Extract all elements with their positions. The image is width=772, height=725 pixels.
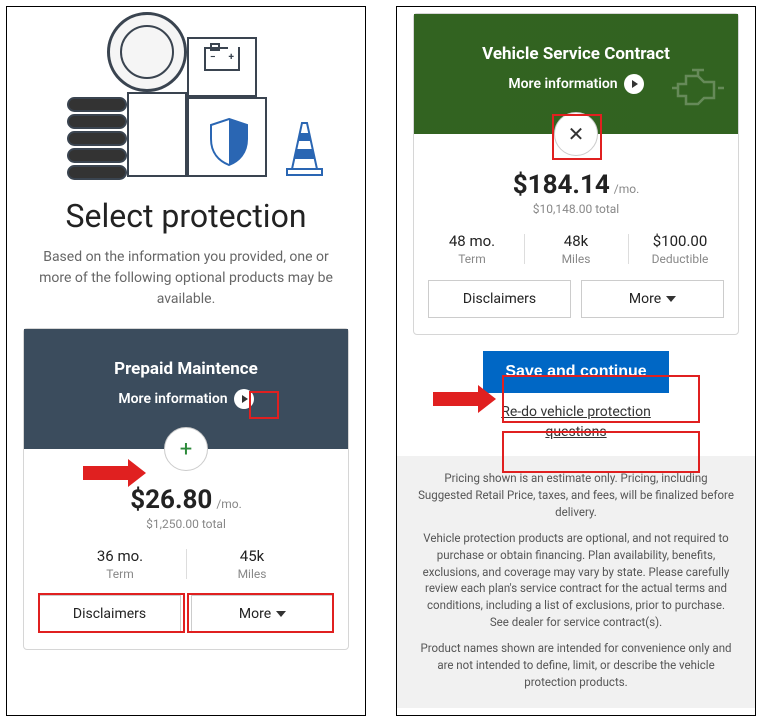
term-value: 48 mo. xyxy=(420,232,524,250)
cone-icon xyxy=(282,119,327,179)
add-product-button[interactable]: + xyxy=(164,427,208,471)
miles-value: 45k xyxy=(186,547,318,565)
select-protection-panel: − Select protection Based on the informa… xyxy=(6,6,366,716)
more-info-label: More information xyxy=(118,391,227,407)
product-title: Vehicle Service Contract xyxy=(414,44,738,64)
fine-print-3: Product names shown are intended for con… xyxy=(417,640,735,690)
chevron-down-icon xyxy=(666,296,676,302)
miles-value: 48k xyxy=(524,232,628,250)
miles-label: Miles xyxy=(524,252,628,266)
price-total: $1,250.00 total xyxy=(24,517,348,531)
save-and-continue-button[interactable]: Save and continue xyxy=(483,351,668,393)
term-label: Term xyxy=(54,567,186,581)
fine-print-1: Pricing shown is an estimate only. Prici… xyxy=(417,470,735,520)
term-label: Term xyxy=(420,252,524,266)
engine-icon xyxy=(668,64,728,114)
more-information-link[interactable]: More information xyxy=(508,74,643,94)
more-info-label: More information xyxy=(508,76,617,92)
redo-questions-link[interactable]: Re-do vehicle protection questions xyxy=(486,403,666,442)
price-total: $10,148.00 total xyxy=(414,202,738,216)
arrow-to-save xyxy=(433,385,496,413)
deductible-label: Deductible xyxy=(628,252,732,266)
disclaimers-button[interactable]: Disclaimers xyxy=(428,280,571,318)
arrow-to-add xyxy=(83,459,146,487)
vehicle-service-panel: Vehicle Service Contract More informatio… xyxy=(396,6,756,716)
vehicle-service-card: Vehicle Service Contract More informatio… xyxy=(413,13,739,335)
fine-print-2: Vehicle protection products are optional… xyxy=(417,530,735,630)
play-icon xyxy=(624,74,644,94)
remove-product-button[interactable]: ✕ xyxy=(554,112,598,156)
more-information-link[interactable]: More information xyxy=(118,389,253,409)
shield-icon xyxy=(207,117,251,167)
term-value: 36 mo. xyxy=(54,547,186,565)
product-title: Prepaid Maintence xyxy=(24,359,348,379)
prepaid-maintenance-card: Prepaid Maintence More information + $26… xyxy=(23,328,349,650)
disclaimers-button[interactable]: Disclaimers xyxy=(38,595,181,633)
play-icon xyxy=(234,389,254,409)
price-value: $26.80 xyxy=(130,485,212,515)
protection-illustration: − xyxy=(7,7,365,187)
deductible-value: $100.00 xyxy=(628,232,732,250)
page-subtitle: Based on the information you provided, o… xyxy=(7,241,365,324)
miles-label: Miles xyxy=(186,567,318,581)
more-button[interactable]: More xyxy=(581,280,724,318)
page-title: Select protection xyxy=(7,187,365,241)
price-per-month: /mo. xyxy=(216,497,241,511)
chevron-down-icon xyxy=(276,611,286,617)
fine-print-section: Pricing shown is an estimate only. Prici… xyxy=(397,456,755,708)
more-button[interactable]: More xyxy=(191,595,334,633)
plus-icon: + xyxy=(180,437,192,462)
price-per-month: /mo. xyxy=(614,182,639,196)
close-icon: ✕ xyxy=(568,122,585,146)
price-value: $184.14 xyxy=(513,170,610,200)
